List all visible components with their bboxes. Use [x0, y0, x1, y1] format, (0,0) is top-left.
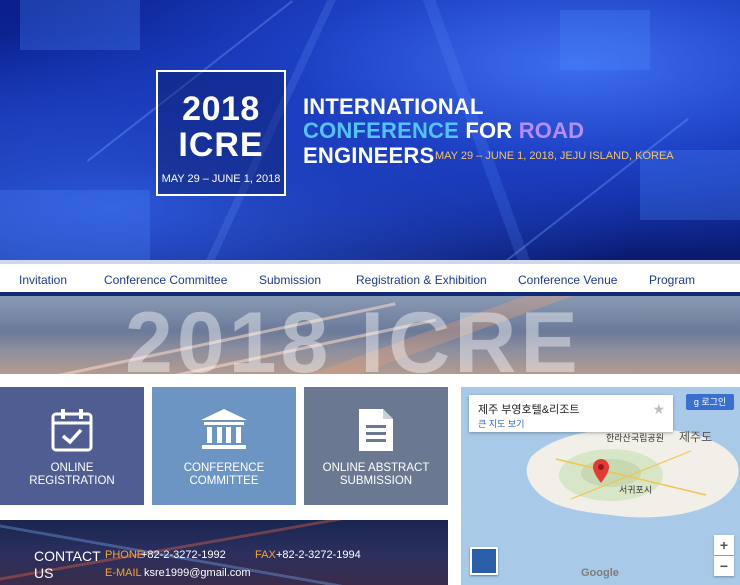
building-columns-icon	[201, 409, 247, 449]
logo-name: ICRE	[178, 126, 264, 164]
main-nav: Invitation Conference Committee Submissi…	[0, 260, 740, 296]
nav-item-submission[interactable]: Submission	[259, 273, 321, 287]
tile-label-line: CONFERENCE	[183, 462, 265, 474]
nav-item-program[interactable]: Program	[649, 273, 695, 287]
contact-title: CONTACT US	[34, 548, 101, 581]
map-place-card: 제주 부영호텔&리조트 큰 지도 보기 ★	[469, 395, 673, 432]
calendar-check-icon	[51, 409, 93, 452]
view-larger-map-link[interactable]: 큰 지도 보기	[478, 417, 524, 430]
online-registration-tile[interactable]: ONLINE REGISTRATION	[0, 387, 144, 505]
online-registration-label: ONLINE REGISTRATION	[0, 462, 144, 488]
map-pin-icon[interactable]	[593, 459, 609, 483]
hero-title-line2: CONFERENCE FOR ROAD	[303, 118, 584, 144]
online-abstract-tile[interactable]: ONLINE ABSTRACT SUBMISSION	[304, 387, 448, 505]
nav-item-conference-committee[interactable]: Conference Committee	[104, 273, 227, 287]
online-abstract-label: ONLINE ABSTRACT SUBMISSION	[304, 462, 448, 488]
conference-committee-tile[interactable]: CONFERENCE COMMITTEE	[152, 387, 296, 505]
logo-year: 2018	[182, 90, 260, 128]
hero-title-for: FOR	[459, 118, 519, 143]
zoom-out-button[interactable]: −	[714, 556, 734, 576]
map-city-label: 서귀포시	[619, 485, 653, 495]
hero-banner: 2018 ICRE MAY 29 – JUNE 1, 2018 INTERNAT…	[0, 0, 740, 260]
email-value[interactable]: ksre1999@gmail.com	[144, 567, 251, 579]
map-park-label: 한라산국립공원	[606, 433, 664, 443]
conference-committee-label: CONFERENCE COMMITTEE	[152, 462, 296, 488]
photo-banner: 2018 ICRE	[0, 296, 740, 374]
tile-label-line: SUBMISSION	[339, 475, 413, 487]
tile-label-line: COMMITTEE	[189, 475, 259, 487]
nav-item-registration-exhibition[interactable]: Registration & Exhibition	[356, 273, 487, 287]
map-place-name: 제주 부영호텔&리조트	[478, 404, 580, 416]
hero-title-conference: CONFERENCE	[303, 118, 460, 143]
map-login-label: 로그인	[701, 397, 727, 407]
hero-title-line3: ENGINEERS	[303, 143, 435, 168]
embedded-map[interactable]: 제주 부영호텔&리조트 큰 지도 보기 ★ g 로그인 한라산국립공원 제주도 …	[461, 387, 740, 585]
hero-decor-block	[560, 10, 650, 70]
fax-value: +82-2-3272-1994	[276, 549, 361, 561]
tile-label-line: ONLINE ABSTRACT	[322, 462, 430, 474]
icre-logo[interactable]: 2018 ICRE MAY 29 – JUNE 1, 2018	[156, 70, 286, 196]
fax-label: FAX	[255, 549, 276, 561]
hero-subtitle: MAY 29 – JUNE 1, 2018, JEJU ISLAND, KORE…	[435, 150, 674, 162]
hero-title-road: ROAD	[518, 118, 585, 143]
map-login-button[interactable]: g 로그인	[686, 394, 734, 410]
save-star-icon[interactable]: ★	[652, 401, 665, 418]
nav-item-invitation[interactable]: Invitation	[19, 273, 67, 287]
document-icon	[359, 409, 393, 451]
hero-title-line1: INTERNATIONAL	[303, 94, 484, 119]
nav-item-conference-venue[interactable]: Conference Venue	[518, 273, 617, 287]
phone-label: PHONE	[105, 549, 145, 561]
tile-label-line: REGISTRATION	[29, 475, 115, 487]
email-label: E-MAIL	[105, 567, 142, 579]
google-logo: Google	[581, 567, 619, 579]
zoom-in-button[interactable]: +	[714, 535, 734, 555]
contact-panel: CONTACT US PHONE +82-2-3272-1992 FAX +82…	[0, 520, 448, 585]
hero-decor-block	[20, 0, 140, 50]
satellite-toggle-thumbnail[interactable]	[470, 547, 498, 575]
tile-label-line: ONLINE	[50, 462, 94, 474]
hero-decor-block	[0, 190, 150, 260]
map-island-label: 제주도	[679, 430, 713, 444]
logo-date: MAY 29 – JUNE 1, 2018	[161, 173, 281, 185]
phone-value: +82-2-3272-1992	[141, 549, 226, 561]
banner-watermark-text: 2018 ICRE	[125, 296, 582, 374]
